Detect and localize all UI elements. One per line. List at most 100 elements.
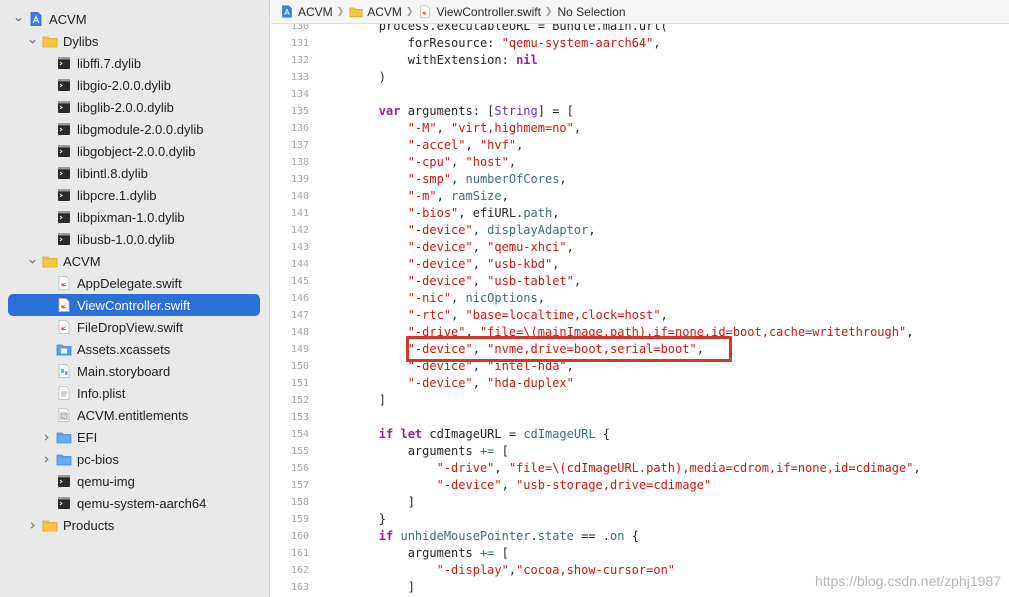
code-token: ,	[913, 461, 921, 475]
code-token: ]	[321, 580, 415, 594]
navigator-item[interactable]: libusb-1.0.0.dylib	[8, 228, 260, 250]
line-number: 152	[290, 395, 309, 406]
code-line[interactable]: "-device", "hda-duplex"	[321, 375, 574, 392]
code-line[interactable]: var arguments: [String] = [	[321, 103, 574, 120]
navigator-item-label: ACVM	[63, 253, 101, 269]
code-token: "-drive"	[321, 325, 466, 339]
code-token: "file=\(mainImage.path),if=none,id=boot,…	[479, 325, 907, 339]
navigator-item[interactable]: FileDropView.swift	[8, 316, 260, 338]
code-line[interactable]: "-accel", "hvf",	[321, 137, 524, 154]
navigator-item[interactable]: ViewController.swift	[8, 294, 260, 316]
code-token: ,	[573, 274, 582, 288]
navigator-item[interactable]: libgmodule-2.0.0.dylib	[8, 118, 260, 140]
navigator-item[interactable]: qemu-img	[8, 470, 260, 492]
navigator-item[interactable]: EFI	[8, 426, 260, 448]
navigator-item[interactable]: Products	[8, 514, 260, 536]
code-token: ,	[906, 325, 914, 339]
chevron-right-icon[interactable]	[26, 519, 38, 531]
code-line[interactable]: "-bios", efiURL.path,	[321, 205, 560, 222]
code-line[interactable]: process.executableURL = Bundle.main.url(	[321, 24, 668, 35]
navigator-item[interactable]: Info.plist	[8, 382, 260, 404]
code-line[interactable]: arguments += [	[321, 545, 509, 562]
code-token: nicOptions	[465, 291, 538, 305]
navigator-item[interactable]: Assets.xcassets	[8, 338, 260, 360]
code-token: ,	[465, 138, 480, 152]
line-number: 154	[290, 429, 309, 440]
line-number: 138	[290, 157, 309, 168]
code-line[interactable]: "-device", "usb-tablet",	[321, 273, 581, 290]
navigator-item[interactable]: libffi.7.dylib	[8, 52, 260, 74]
code-line[interactable]: "-display","cocoa,show-cursor=on"	[321, 562, 675, 579]
code-line[interactable]: "-cpu", "host",	[321, 154, 516, 171]
code-line[interactable]: }	[321, 511, 386, 528]
code-line[interactable]: "-m", ramSize,	[321, 188, 509, 205]
code-line[interactable]: "-device", "nvme,drive=boot,serial=boot"…	[321, 341, 704, 358]
chevron-down-icon[interactable]	[12, 13, 24, 25]
chevron-right-icon[interactable]	[40, 431, 52, 443]
navigator-item-label: libgobject-2.0.0.dylib	[77, 143, 196, 159]
code-token: ,	[537, 291, 545, 305]
jump-bar-crumb[interactable]: No Selection	[557, 0, 625, 24]
navigator-item-label: libglib-2.0.0.dylib	[77, 99, 174, 115]
navigator-item[interactable]: Dylibs	[8, 30, 260, 52]
chevron-right-icon[interactable]	[40, 453, 52, 465]
code-token: "intel-hda"	[487, 359, 567, 373]
jump-bar: ACVM ❯ ACVM ❯ ViewController.swift ❯ No Select…	[271, 0, 1009, 24]
code-token: [	[494, 444, 509, 458]
code-line[interactable]: ]	[321, 494, 415, 511]
code-line[interactable]: "-device", "usb-kbd",	[321, 256, 560, 273]
code-line[interactable]: "-device", "usb-storage,drive=cdimage"	[321, 477, 712, 494]
swift-file-icon	[56, 320, 72, 334]
code-line[interactable]: "-drive", "file=\(cdImageURL.path),media…	[321, 460, 921, 477]
code-line[interactable]: forResource: "qemu-system-aarch64",	[321, 35, 661, 52]
code-token: ,	[451, 308, 466, 322]
navigator-item[interactable]: libgio-2.0.0.dylib	[8, 74, 260, 96]
jump-bar-crumb[interactable]: ACVM	[349, 0, 402, 24]
navigator-item[interactable]: libpixman-1.0.dylib	[8, 206, 260, 228]
line-number: 133	[290, 72, 309, 83]
chevron-down-icon[interactable]	[26, 35, 38, 47]
navigator-item[interactable]: Main.storyboard	[8, 360, 260, 382]
code-token: "-device"	[321, 274, 473, 288]
code-line[interactable]: )	[321, 69, 386, 86]
code-line[interactable]: "-device", displayAdaptor,	[321, 222, 596, 239]
folder-icon	[42, 518, 58, 532]
navigator-item[interactable]: ACVM	[8, 8, 260, 30]
chevron-down-icon[interactable]	[26, 255, 38, 267]
folder-icon	[42, 254, 58, 268]
navigator-item[interactable]: ACVM.entitlements	[8, 404, 260, 426]
code-line[interactable]: if let cdImageURL = cdImageURL {	[321, 426, 610, 443]
code-line[interactable]: "-nic", nicOptions,	[321, 290, 545, 307]
code-token: ,	[436, 189, 452, 203]
code-line[interactable]: "-smp", numberOfCores,	[321, 171, 567, 188]
code-token: ,	[472, 223, 488, 237]
navigator-item[interactable]: ACVM	[8, 250, 260, 272]
navigator-item[interactable]: qemu-system-aarch64	[8, 492, 260, 514]
code-line[interactable]: withExtension: nil	[321, 52, 538, 69]
navigator-item[interactable]: pc-bios	[8, 448, 260, 470]
navigator-item[interactable]: libgobject-2.0.0.dylib	[8, 140, 260, 162]
navigator-item[interactable]: libpcre.1.dylib	[8, 184, 260, 206]
code-line[interactable]: "-drive", "file=\(mainImage.path),if=non…	[321, 324, 914, 341]
navigator-item[interactable]: AppDelegate.swift	[8, 272, 260, 294]
jump-bar-crumb[interactable]: ViewController.swift	[418, 0, 541, 24]
code-line[interactable]: "-rtc", "base=localtime,clock=host",	[321, 307, 668, 324]
code-line[interactable]: if unhideMousePointer.state == .on {	[321, 528, 639, 545]
code-line[interactable]: ]	[321, 579, 415, 596]
code-line[interactable]: arguments += [	[321, 443, 509, 460]
code-token: {	[595, 427, 611, 441]
code-token: ,	[508, 155, 517, 169]
code-line[interactable]: "-M", "virt,highmem=no",	[321, 120, 581, 137]
code-line[interactable]: "-device", "qemu-xhci",	[321, 239, 574, 256]
source-editor[interactable]: 130 131 132 133 134 135 136 137 138 139 140 141 142 1…	[271, 24, 1009, 597]
jump-bar-crumb[interactable]: ACVM	[280, 0, 333, 24]
navigator-item[interactable]: libglib-2.0.0.dylib	[8, 96, 260, 118]
navigator-item[interactable]: libintl.8.dylib	[8, 162, 260, 184]
code-token: ,	[472, 257, 488, 271]
code-line[interactable]: "-device", "intel-hda",	[321, 358, 574, 375]
code-token: ,	[552, 206, 560, 220]
code-line[interactable]: ]	[321, 392, 386, 409]
